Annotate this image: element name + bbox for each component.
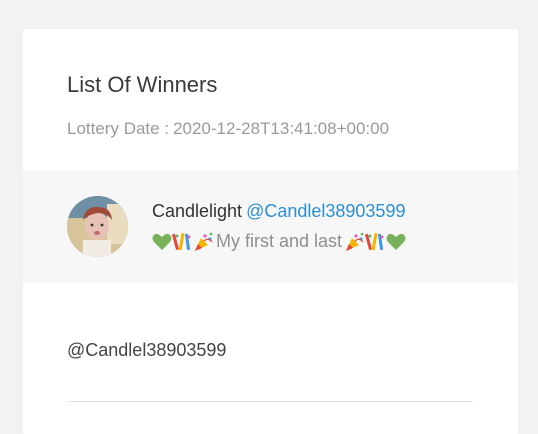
winners-card: List Of Winners Lottery Date :2020-12-28… [23,29,518,434]
winner-name-line: Candlelight @Candlel38903599 [152,201,405,222]
confetti-icon [365,232,384,250]
green-heart-icon [152,233,172,250]
winner-display-name: Candlelight [152,201,243,221]
lottery-date: Lottery Date :2020-12-28T13:41:08+00:00 [67,119,389,139]
divider [67,401,473,402]
lottery-date-label: Lottery Date : [67,119,170,138]
winner-message-text: My first and last [216,231,343,251]
party-popper-icon [346,232,364,251]
winner-message: My first and last [152,231,406,252]
winner-handle-link[interactable]: @Candlel38903599 [246,201,405,221]
lottery-date-value: 2020-12-28T13:41:08+00:00 [173,119,390,138]
green-heart-icon [386,233,406,250]
winner-row[interactable]: Candlelight @Candlel38903599 My first an… [23,170,518,283]
avatar[interactable] [67,196,128,257]
entry-handle[interactable]: @Candlel38903599 [67,340,226,361]
avatar-image [67,196,128,257]
confetti-icon [172,232,191,250]
page-title: List Of Winners [67,72,218,97]
party-popper-icon [195,232,213,251]
winners-header: List Of Winners Lottery Date :2020-12-28… [23,29,518,170]
